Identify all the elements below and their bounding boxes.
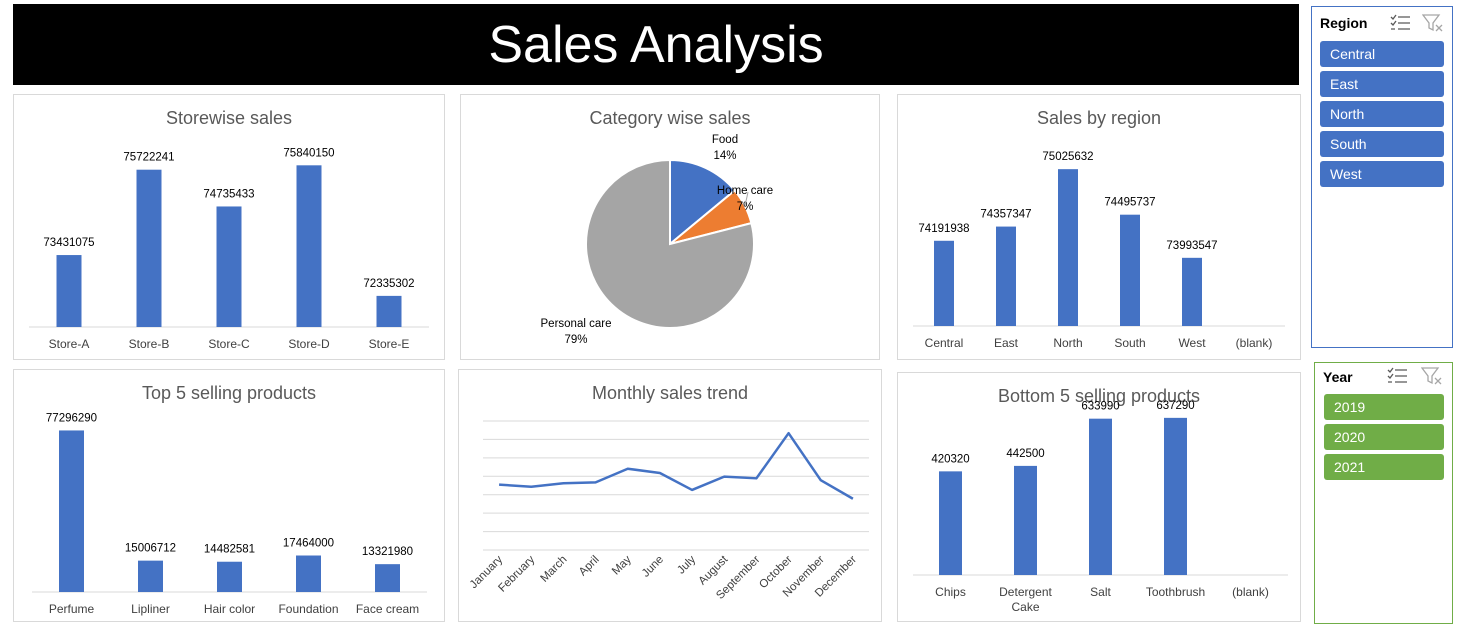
- x-tick-store-e: Store-E: [369, 337, 410, 351]
- bar-north[interactable]: [1058, 169, 1078, 326]
- x-tick-perfume: Perfume: [49, 602, 95, 616]
- bar-south[interactable]: [1120, 214, 1140, 326]
- x-tick-blank: (blank): [1232, 585, 1269, 599]
- bar-lipliner[interactable]: [138, 560, 163, 592]
- data-label-lipliner: 15006712: [125, 543, 176, 555]
- bar-east[interactable]: [996, 226, 1016, 326]
- monthly-trend-chart[interactable]: Monthly sales trend January February March…: [458, 369, 882, 622]
- data-label-chips: 420320: [931, 453, 969, 465]
- slicer-item-central[interactable]: Central: [1320, 41, 1444, 67]
- x-tick-detergent-cake: Detergent Cake: [999, 585, 1052, 614]
- x-tick-hair-color: Hair color: [204, 602, 255, 616]
- bar-store-a[interactable]: [56, 255, 82, 327]
- slicer-item-north[interactable]: North: [1320, 101, 1444, 127]
- slicer-item-2021[interactable]: 2021: [1324, 454, 1444, 480]
- x-tick-lipliner: Lipliner: [131, 602, 170, 616]
- x-tick-store-c: Store-C: [208, 337, 250, 351]
- x-tick-south: South: [1114, 336, 1145, 350]
- region-sales-chart[interactable]: Sales by region Central 74191938 East 74357…: [897, 94, 1301, 360]
- bar-store-b[interactable]: [136, 169, 162, 327]
- category-sales-plot: Food 14%Home care 7%Personal care 79%: [541, 134, 774, 346]
- data-label-east: 74357347: [980, 209, 1031, 221]
- data-label-store-e: 72335302: [363, 278, 414, 290]
- bottom5-products-plot: Chips 420320 Detergent Cake 442500 Salt 633990…: [913, 400, 1288, 614]
- data-label-store-c: 74735433: [203, 188, 254, 200]
- data-label-south: 74495737: [1104, 197, 1155, 209]
- x-tick-chips: Chips: [935, 585, 966, 599]
- x-tick-foundation: Foundation: [278, 602, 338, 616]
- multi-select-icon[interactable]: [1390, 13, 1412, 33]
- bar-face-cream[interactable]: [375, 564, 400, 592]
- slice-label-personal-care: Personal care 79%: [541, 318, 612, 346]
- slicer-title: Year: [1323, 369, 1353, 385]
- clear-filter-icon[interactable]: [1421, 366, 1443, 386]
- bottom5-products-chart[interactable]: Bottom 5 selling products Chips 420320 Det…: [897, 372, 1301, 622]
- region-slicer[interactable]: Region Central East North South West: [1311, 6, 1453, 348]
- data-label-toothbrush: 637290: [1156, 400, 1194, 412]
- series-line[interactable]: [498, 431, 854, 500]
- region-sales-plot: Central 74191938 East 74357347 North 75025632…: [913, 151, 1285, 350]
- storewise-sales-chart[interactable]: Storewise sales Store-A 73431075 Store-B 75…: [13, 94, 445, 360]
- x-tick-toothbrush: Toothbrush: [1146, 585, 1205, 599]
- bar-store-d[interactable]: [296, 165, 322, 327]
- bar-store-c[interactable]: [216, 206, 242, 327]
- page-title: Sales Analysis: [488, 15, 824, 74]
- bar-central[interactable]: [934, 240, 954, 326]
- bar-chips[interactable]: [939, 471, 962, 575]
- x-tick-face-cream: Face cream: [356, 602, 419, 616]
- year-slicer[interactable]: Year 2019 2020 2021: [1314, 362, 1453, 624]
- bar-salt[interactable]: [1089, 418, 1112, 575]
- data-label-store-a: 73431075: [43, 237, 94, 249]
- slice-label-food: Food 14%: [712, 134, 738, 162]
- clear-filter-icon[interactable]: [1422, 13, 1444, 33]
- x-tick-central: Central: [925, 336, 964, 350]
- x-tick-west: West: [1178, 336, 1206, 350]
- dashboard-title-banner: Sales Analysis: [13, 4, 1299, 85]
- bar-foundation[interactable]: [296, 555, 321, 592]
- x-tick-north: North: [1053, 336, 1082, 350]
- x-tick-may: May: [610, 553, 634, 577]
- data-label-salt: 633990: [1081, 401, 1119, 413]
- slicer-item-2020[interactable]: 2020: [1324, 424, 1444, 450]
- x-tick-march: March: [538, 554, 569, 585]
- top5-products-plot: Perfume 77296290 Lipliner 15006712 Hair colo…: [32, 412, 427, 616]
- x-tick-salt: Salt: [1090, 585, 1111, 599]
- data-label-detergent-cake: 442500: [1006, 448, 1044, 460]
- monthly-trend-plot: JanuaryFebruary March April May June JulyAugu…: [468, 420, 869, 602]
- data-label-hair-color: 14482581: [204, 544, 255, 556]
- x-tick-april: April: [577, 554, 602, 579]
- x-tick-store-d: Store-D: [288, 337, 330, 351]
- data-label-store-b: 75722241: [123, 152, 174, 164]
- data-label-north: 75025632: [1042, 151, 1093, 163]
- slicer-item-south[interactable]: South: [1320, 131, 1444, 157]
- slicer-item-east[interactable]: East: [1320, 71, 1444, 97]
- category-sales-chart[interactable]: Category wise sales Food 14% Home care 7% Pe…: [460, 94, 880, 360]
- slicer-title: Region: [1320, 15, 1368, 31]
- data-label-central: 74191938: [918, 223, 969, 235]
- bar-perfume[interactable]: [59, 430, 84, 592]
- x-tick-june: June: [640, 554, 666, 580]
- data-label-west: 73993547: [1166, 240, 1217, 252]
- x-tick-east: East: [994, 336, 1019, 350]
- slicer-item-west[interactable]: West: [1320, 161, 1444, 187]
- bar-toothbrush[interactable]: [1164, 417, 1187, 575]
- data-label-store-d: 75840150: [283, 147, 334, 159]
- top5-products-chart[interactable]: Top 5 selling products Perfume 77296290 Li…: [13, 369, 445, 622]
- storewise-sales-plot: Store-A 73431075 Store-B 75722241 Store-C 747…: [29, 147, 429, 351]
- slicer-item-2019[interactable]: 2019: [1324, 394, 1444, 420]
- bar-west[interactable]: [1182, 257, 1202, 326]
- bar-store-e[interactable]: [376, 295, 402, 327]
- x-tick-july: July: [675, 553, 698, 576]
- multi-select-icon[interactable]: [1387, 366, 1409, 386]
- x-tick-store-a: Store-A: [49, 337, 90, 351]
- data-label-foundation: 17464000: [283, 538, 334, 550]
- x-tick-store-b: Store-B: [129, 337, 170, 351]
- x-tick-blank: (blank): [1236, 336, 1273, 350]
- data-label-perfume: 77296290: [46, 412, 97, 424]
- bar-detergent-cake[interactable]: [1014, 465, 1037, 575]
- bar-hair-color[interactable]: [217, 561, 242, 592]
- data-label-face-cream: 13321980: [362, 546, 413, 558]
